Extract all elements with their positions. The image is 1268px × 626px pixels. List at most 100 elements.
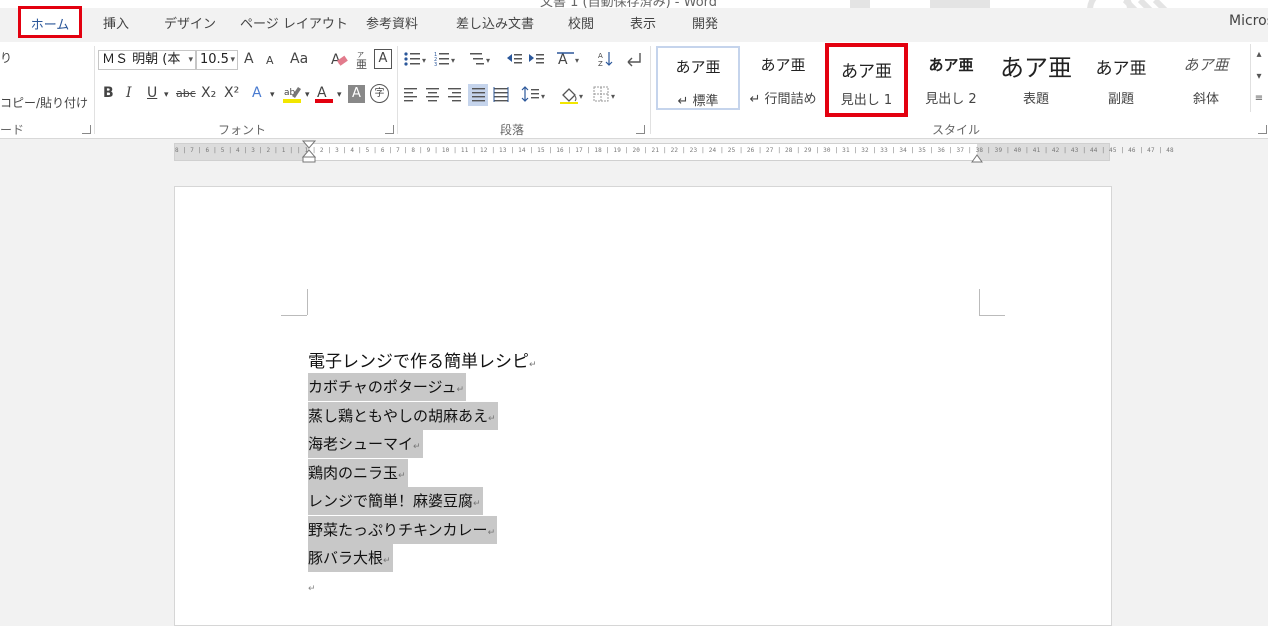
list-item[interactable]: 豚バラ大根↵ (308, 544, 393, 572)
character-border-icon[interactable]: A (374, 49, 392, 69)
right-indent-marker-icon[interactable] (971, 153, 983, 163)
tab-home[interactable]: ホーム (18, 6, 82, 38)
tab-developer[interactable]: 開発 (692, 13, 718, 32)
document-title[interactable]: 電子レンジで作る簡単レシピ↵ (308, 347, 537, 372)
text-effects-icon[interactable]: A (252, 84, 262, 102)
svg-text:▾: ▾ (541, 92, 545, 101)
style-subtitle[interactable]: あア亜 副題 (1080, 46, 1162, 110)
ribbon: り コピー/貼り付け ード ＭＳ 明朝 (本 10.5 A A Aa A ア 亜… (0, 42, 1268, 139)
clipboard-launcher-icon[interactable] (82, 125, 91, 134)
paragraph-mark-icon: ↵ (308, 584, 316, 594)
character-shading-icon[interactable]: A (348, 85, 365, 103)
style-preview: あア亜 (1000, 54, 1072, 82)
align-right-icon (448, 88, 461, 102)
paragraph-mark-icon: ↵ (456, 385, 465, 395)
align-center-icon (426, 88, 439, 102)
italic-button[interactable]: I (126, 84, 132, 102)
svg-text:▾: ▾ (611, 92, 615, 101)
styles-scrollbar[interactable]: ▴ ▾ ≡ (1250, 44, 1267, 112)
tab-review[interactable]: 校閲 (568, 13, 594, 32)
style-preview: あア亜 (1183, 56, 1229, 74)
style-emphasis[interactable]: あア亜 斜体 (1165, 46, 1247, 110)
style-name: 表題 (1022, 92, 1049, 107)
tab-view[interactable]: 表示 (630, 13, 656, 32)
list-item[interactable]: 野菜たっぷりチキンカレー↵ (308, 515, 498, 544)
styles-group-label: スタイル (932, 123, 981, 137)
group-divider (94, 46, 95, 134)
style-title[interactable]: あア亜 表題 (995, 46, 1077, 110)
svg-text:A: A (598, 52, 603, 60)
cut-button[interactable]: り (0, 49, 12, 66)
list-item[interactable]: 鶏肉のニラ玉↵ (308, 458, 408, 487)
list-item-text: 海老シューマイ (308, 435, 414, 453)
svg-text:A: A (558, 52, 568, 68)
strikethrough-button[interactable]: abc (176, 85, 196, 103)
underline-button[interactable]: U (147, 84, 157, 102)
style-name: 見出し 2 (925, 92, 977, 107)
tab-references[interactable]: 参考資料 (366, 13, 418, 32)
document-page[interactable]: 電子レンジで作る簡単レシピ↵ カボチャのポタージュ↵ 蒸し鶏ともやしの胡麻あえ↵ 海… (174, 186, 1112, 626)
style-preview: あア亜 (841, 62, 892, 82)
phonetic-guide-icon[interactable]: ア 亜 (354, 50, 370, 70)
tab-design[interactable]: デザイン (164, 13, 216, 32)
change-case-icon[interactable]: Aa (290, 50, 308, 68)
style-name: 見出し 1 (840, 93, 893, 108)
style-heading-2[interactable]: あア亜 見出し 2 (910, 46, 992, 110)
list-item[interactable]: 蒸し鶏ともやしの胡麻あえ↵ (308, 401, 498, 430)
paragraph-mark-icon: ↵ (473, 499, 481, 509)
font-color-dropdown-icon[interactable]: ▾ (337, 86, 342, 104)
list-item[interactable]: カボチャのポタージュ↵ (308, 373, 467, 401)
list-item-text: 豚バラ大根 (308, 549, 384, 567)
distributed-icon (493, 87, 509, 102)
list-item-text: 蒸し鶏ともやしの胡麻あえ (308, 406, 489, 425)
style-heading-1[interactable]: あア亜 見出し 1 (825, 43, 908, 117)
grow-font-icon[interactable]: A (244, 50, 254, 68)
format-painter-button[interactable]: コピー/貼り付け (0, 94, 88, 111)
scroll-up-icon[interactable]: ▴ (1251, 44, 1267, 66)
underline-dropdown-icon[interactable]: ▾ (164, 86, 169, 104)
style-no-spacing[interactable]: あア亜 ↵ 行間詰め (742, 46, 824, 110)
clear-formatting-icon[interactable]: A (330, 50, 348, 68)
list-item-text: レンジで簡単！麻婆豆腐 (308, 492, 474, 510)
bold-button[interactable]: B (103, 84, 114, 102)
indent-marker-icon[interactable] (302, 140, 316, 164)
list-item[interactable]: 海老シューマイ↵ (308, 430, 423, 458)
scroll-down-icon[interactable]: ▾ (1251, 66, 1267, 88)
shading-icon: ▾ (560, 88, 583, 104)
more-styles-icon[interactable]: ≡ (1251, 88, 1267, 110)
horizontal-ruler[interactable]: 8 | 7 | 6 | 5 | 4 | 3 | 2 | 1 | | 1 | 2 … (174, 140, 1174, 164)
subscript-button[interactable]: X₂ (201, 84, 216, 102)
svg-text:3: 3 (434, 62, 437, 68)
style-preview: あア亜 (675, 58, 721, 76)
font-size-select[interactable]: 10.5 (196, 50, 238, 70)
shrink-font-icon[interactable]: A (266, 52, 274, 70)
style-name: 副題 (1107, 92, 1134, 107)
list-item[interactable]: レンジで簡単！麻婆豆腐↵ (308, 487, 483, 515)
tab-home-label: ホーム (30, 18, 70, 33)
tab-mailings[interactable]: 差し込み文書 (456, 13, 534, 32)
asian-layout-icon: A ▾ (557, 52, 579, 68)
svg-text:▾: ▾ (486, 56, 490, 65)
font-name-select[interactable]: ＭＳ 明朝 (本 (98, 50, 196, 70)
multilevel-list-icon: ▾ (470, 53, 490, 65)
style-preview: あア亜 (928, 56, 974, 74)
paragraph-mark-icon: ↵ (398, 470, 406, 481)
paragraph-launcher-icon[interactable] (636, 125, 645, 134)
group-divider (397, 46, 398, 134)
font-launcher-icon[interactable] (385, 125, 394, 134)
svg-text:▾: ▾ (579, 92, 583, 101)
superscript-button[interactable]: X² (224, 84, 239, 102)
font-group-label: フォント (218, 123, 267, 137)
decrease-indent-icon (507, 54, 522, 64)
text-effects-dropdown-icon[interactable]: ▾ (270, 86, 275, 104)
styles-launcher-icon[interactable] (1258, 125, 1267, 134)
account-name[interactable]: Micros (1229, 13, 1268, 29)
ribbon-tabs: ホーム 挿入 デザイン ページ レイアウト 参考資料 差し込み文書 校閲 表示 … (0, 0, 1268, 42)
tab-page-layout[interactable]: ページ レイアウト (240, 13, 348, 32)
tab-insert[interactable]: 挿入 (103, 13, 129, 32)
highlight-dropdown-icon[interactable]: ▾ (305, 86, 310, 104)
highlight-color-icon[interactable]: ab (282, 84, 304, 104)
style-normal[interactable]: あア亜 ↵ 標準 (656, 46, 740, 110)
enclosed-character-icon[interactable]: 字 (370, 84, 389, 103)
font-color-icon[interactable]: A (314, 84, 334, 104)
